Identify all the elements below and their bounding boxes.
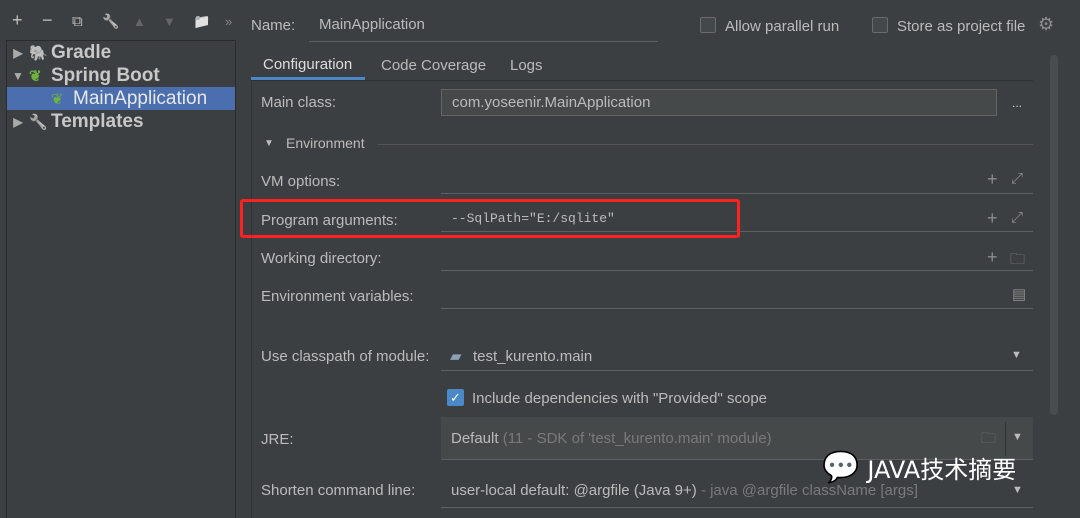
name-value: MainApplication [319,16,425,33]
watermark-text: JAVA技术摘要 [867,456,1017,484]
main-class-value: com.yoseenir.MainApplication [452,94,651,111]
add-icon[interactable]: + [12,10,23,31]
main-class-input[interactable]: com.yoseenir.MainApplication [441,89,997,116]
allow-parallel-checkbox[interactable] [700,17,716,33]
jre-label: JRE: [261,431,294,448]
jre-value: Default (11 - SDK of 'test_kurento.main'… [451,430,772,447]
collapse-icon[interactable]: ▼ [264,138,274,149]
classpath-select[interactable]: ▰ test_kurento.main ▼ [441,341,1033,371]
move-down-icon[interactable]: ▼ [163,14,176,29]
gradle-icon: 🐘 [29,44,48,62]
collapse-icon[interactable]: ▼ [7,69,29,83]
working-directory-input[interactable] [441,245,1033,271]
add-icon[interactable]: + [987,208,998,229]
chevron-down-icon: ▼ [1011,349,1022,361]
divider [378,144,1033,145]
config-tree: ▶ 🐘 Gradle ▼ ❦ Spring Boot ❦ MainApplication … [6,40,236,518]
classpath-value: test_kurento.main [473,348,593,365]
spring-boot-icon: ❦ [51,90,64,108]
include-deps-checkbox[interactable]: ✓ [447,389,464,406]
remove-icon[interactable]: − [42,10,53,31]
shorten-main: user-local default: @argfile (Java 9+) [451,482,697,499]
expand-icon[interactable]: ▶ [7,46,29,60]
tree-label: Templates [51,110,144,132]
include-deps-label: Include dependencies with "Provided" sco… [472,390,768,407]
name-input[interactable]: MainApplication [309,12,658,42]
more-icon[interactable]: » [225,14,232,29]
highlight-box [240,199,740,238]
allow-parallel-label: Allow parallel run [725,18,840,35]
jre-hint: (11 - SDK of 'test_kurento.main' module) [502,430,772,447]
tab-label: Configuration [263,56,353,73]
main-class-label: Main class: [261,94,337,111]
name-label: Name: [251,17,296,34]
expand-icon[interactable]: ⤢ [1011,170,1023,187]
store-project-label: Store as project file [897,18,1026,35]
tree-label: Spring Boot [51,64,160,86]
environment-variables-label: Environment variables: [261,288,414,305]
chevron-down-icon[interactable]: ▼ [1012,431,1023,443]
tree-item-gradle[interactable]: ▶ 🐘 Gradle [7,41,235,64]
tree-label: MainApplication [73,87,208,109]
module-folder-icon: ▰ [450,348,462,365]
gear-icon[interactable]: ⚙ [1038,14,1054,35]
folder-icon[interactable]: 🗀 [1010,249,1025,274]
add-icon[interactable]: + [987,169,998,190]
scrollbar[interactable] [1050,55,1058,415]
add-icon[interactable]: + [987,247,998,268]
vm-options-label: VM options: [261,173,341,190]
tree-item-spring-boot[interactable]: ▼ ❦ Spring Boot [7,64,235,87]
tab-code-coverage[interactable]: Code Coverage [381,57,486,74]
environment-section[interactable]: Environment [286,135,365,151]
spring-boot-icon: ❦ [29,67,42,85]
jre-default: Default [451,430,499,447]
move-up-icon[interactable]: ▲ [133,14,146,29]
classpath-label: Use classpath of module: [261,348,430,365]
tree-item-main-application[interactable]: ❦ MainApplication [7,87,235,110]
wrench-icon: 🔧 [29,113,48,131]
wechat-icon: 💬 [822,451,860,484]
document-icon[interactable]: ▤ [1012,285,1026,303]
folder-add-icon[interactable]: 📁 [193,13,210,30]
chevron-down-icon: ▼ [1012,484,1023,496]
vm-options-input[interactable] [441,168,1033,194]
expand-icon[interactable]: ⤢ [1011,209,1023,226]
tree-label: Gradle [51,41,112,63]
shorten-command-label: Shorten command line: [261,482,416,499]
tab-logs[interactable]: Logs [510,57,543,74]
watermark: 💬 JAVA技术摘要 [822,450,1016,485]
store-project-checkbox[interactable] [872,17,888,33]
environment-variables-input[interactable] [441,283,1033,309]
working-directory-label: Working directory: [261,250,382,267]
wrench-icon[interactable]: 🔧 [102,13,119,30]
expand-icon[interactable]: ▶ [7,115,29,129]
browse-button[interactable]: ... [1012,96,1022,110]
tab-configuration[interactable]: Configuration [251,50,365,80]
copy-icon[interactable]: ⧉ [72,13,83,30]
tree-item-templates[interactable]: ▶ 🔧 Templates [7,110,235,133]
